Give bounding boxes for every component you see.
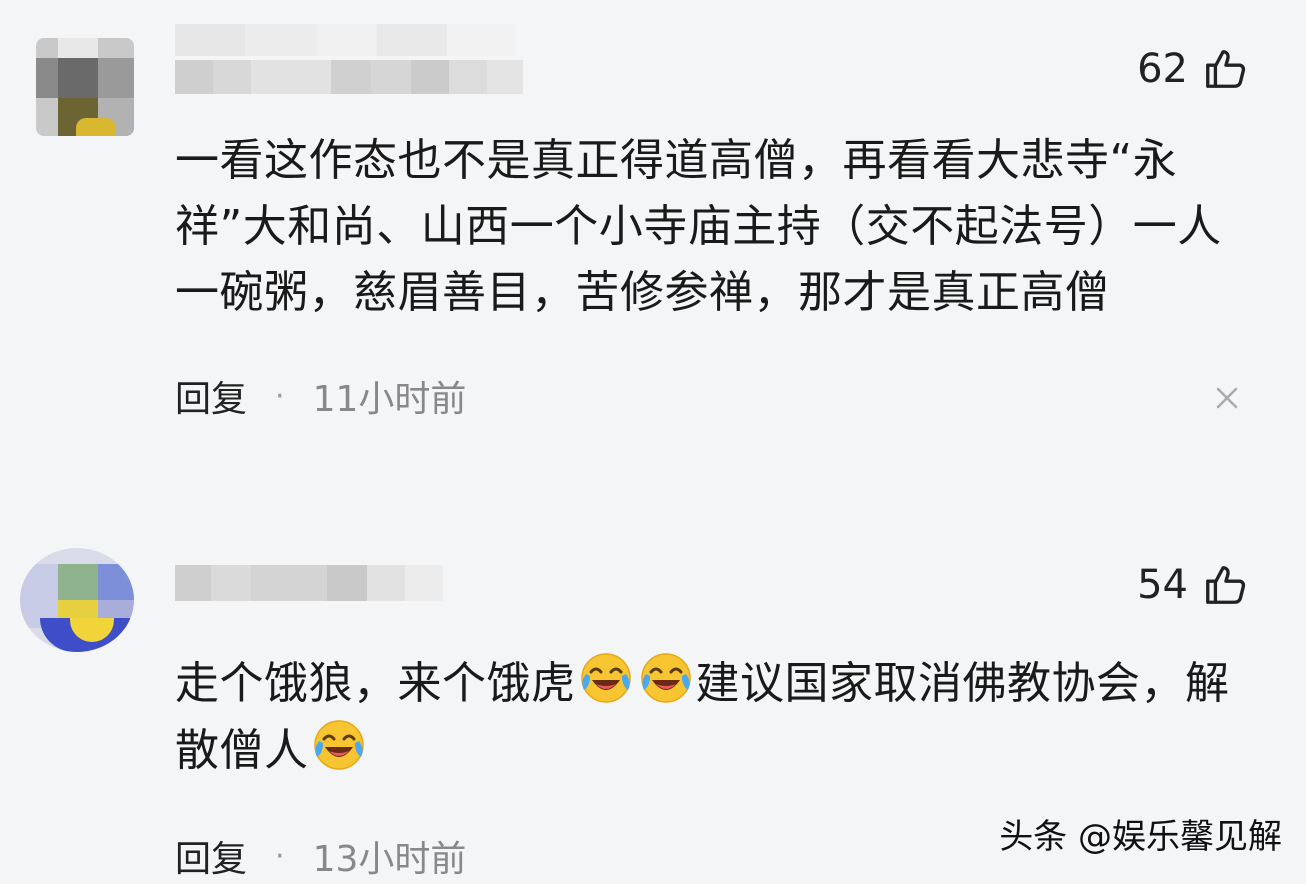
separator-dot: · <box>275 378 285 414</box>
comment-text-part1: 走个饿狼，来个饿虎 <box>175 658 576 709</box>
username-blurred[interactable] <box>175 24 517 64</box>
like-count-value: 62 <box>1137 46 1188 92</box>
comment-meta: 回复 · 13小时前 <box>175 830 466 882</box>
comment-meta: 回复 · 11小时前 <box>175 370 466 422</box>
thumbs-up-icon[interactable] <box>1202 46 1248 92</box>
avatar[interactable] <box>36 38 134 136</box>
laughing-crying-emoji-icon <box>580 653 631 703</box>
username-blurred-row2 <box>175 60 523 100</box>
avatar[interactable] <box>20 548 134 652</box>
watermark: 头条 @娱乐馨见解 <box>999 817 1282 857</box>
laughing-crying-emoji-icon <box>640 653 691 703</box>
reply-button[interactable]: 回复 <box>175 830 247 882</box>
thumbs-up-icon[interactable] <box>1202 562 1248 608</box>
like-count[interactable]: 62 <box>1137 46 1248 92</box>
laughing-crying-emoji-icon <box>313 720 364 770</box>
timestamp: 13小时前 <box>312 839 467 880</box>
reply-button[interactable]: 回复 <box>175 370 247 422</box>
separator-dot: · <box>275 838 285 874</box>
comment-text: 走个饿狼，来个饿虎 建议国家取消佛教协会，解散僧人 <box>175 650 1245 784</box>
close-icon[interactable] <box>1210 381 1244 415</box>
timestamp: 11小时前 <box>312 379 467 420</box>
like-count[interactable]: 54 <box>1137 562 1248 608</box>
username-blurred[interactable] <box>175 565 443 605</box>
like-count-value: 54 <box>1137 562 1188 608</box>
comment-text: 一看这作态也不是真正得道高僧，再看看大悲寺“永祥”大和尚、山西一个小寺庙主持（交… <box>175 135 1222 318</box>
